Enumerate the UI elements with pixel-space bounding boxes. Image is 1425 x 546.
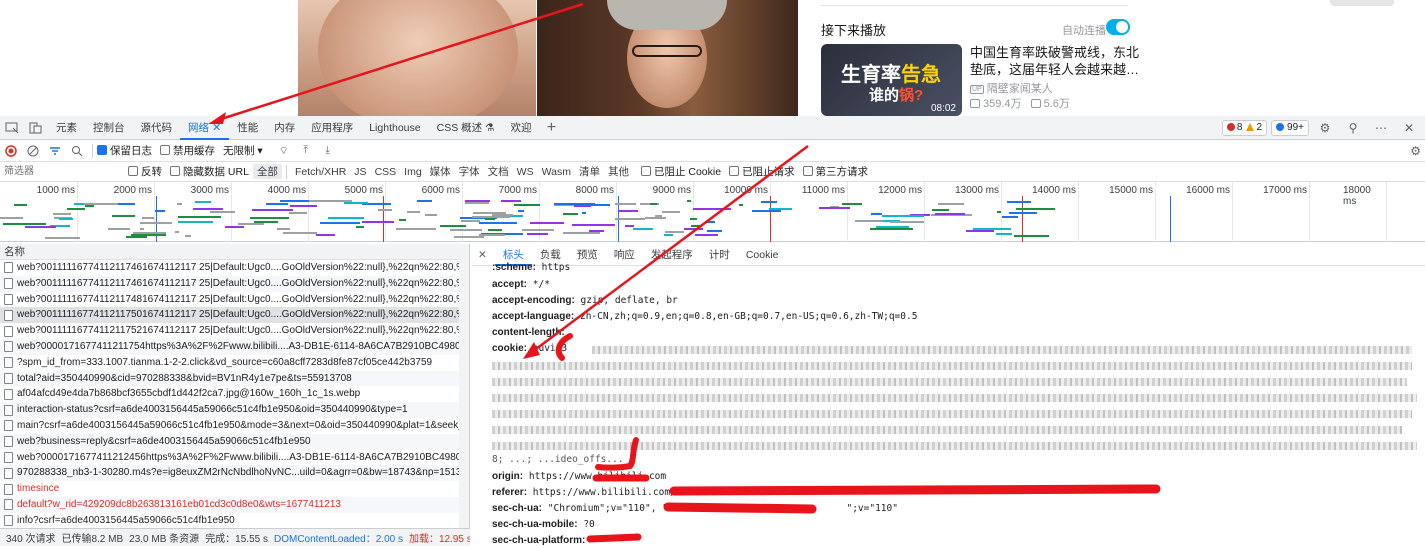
annotation-redact-line: [663, 502, 817, 514]
annotation-scribble: [595, 437, 639, 471]
annotation-redact-line: [669, 484, 1161, 496]
annotation-overlay: [208, 2, 1161, 543]
annotation-arrow-to-cookie: [523, 144, 809, 359]
annotation-scribble: [555, 333, 573, 361]
annotation-redact-line: [586, 533, 642, 543]
annotation-arrow-to-network-tab: [208, 2, 584, 124]
